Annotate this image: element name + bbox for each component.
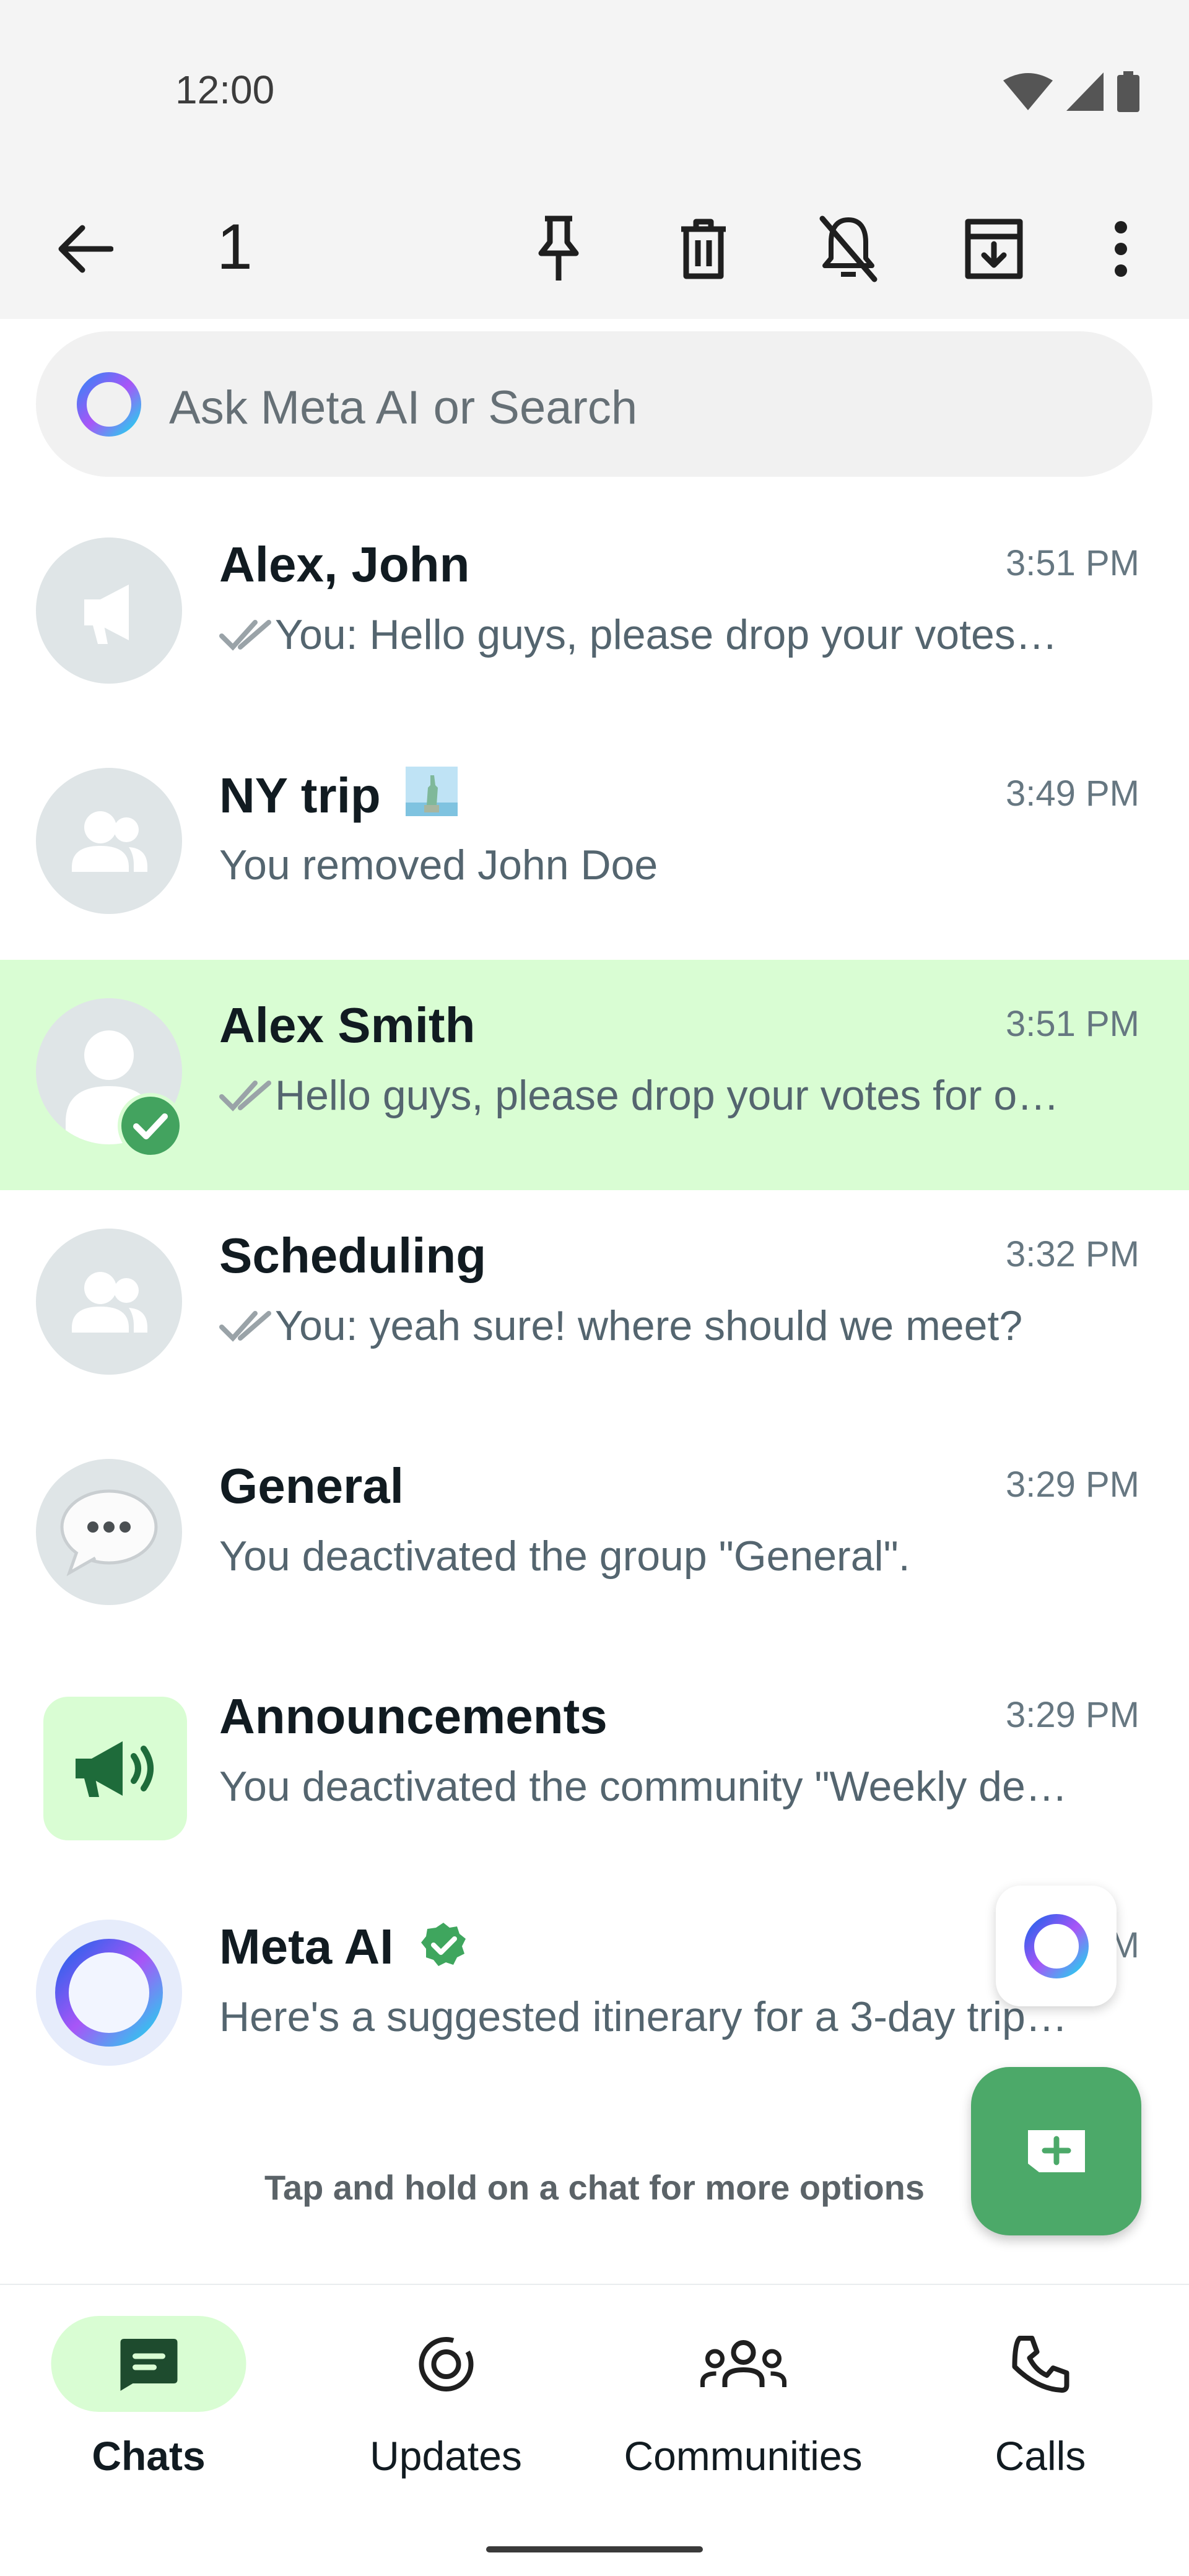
new-chat-icon: [1027, 2130, 1085, 2172]
chats-icon: [120, 2338, 177, 2391]
megaphone-icon: [84, 585, 129, 644]
nav-tab-chats[interactable]: Chats: [0, 2316, 297, 2502]
chat-preview: You: yeah sure! where should we meet?: [219, 1302, 1105, 1350]
avatar: [36, 768, 182, 914]
signal-icon: [1066, 72, 1104, 111]
chat-row-alex-john[interactable]: Alex, John 3:51 PM You: Hello guys, plea…: [0, 499, 1189, 729]
nav-tab-calls[interactable]: Calls: [892, 2316, 1189, 2502]
chat-name: Alex, John: [219, 537, 470, 592]
chat-time: 3:49 PM: [1006, 773, 1139, 814]
double-check-icon: [219, 1311, 271, 1342]
updates-icon: [419, 2336, 473, 2391]
nav-tab-updates[interactable]: Updates: [297, 2316, 594, 2502]
bottom-navigation: Chats Updates Communities Calls: [0, 2285, 1189, 2576]
chat-time: 3:51 PM: [1006, 1004, 1139, 1044]
chat-name: Scheduling: [219, 1228, 487, 1283]
chat-row-announcements[interactable]: Announcements 3:29 PM You deactivated th…: [0, 1651, 1189, 1881]
new-chat-button[interactable]: [971, 2067, 1141, 2235]
chat-row-ny-trip[interactable]: NY trip 3:49 PM You removed John Doe: [0, 729, 1189, 960]
search-bar[interactable]: Ask Meta AI or Search: [36, 331, 1152, 477]
chat-name: Meta AI: [219, 1918, 468, 1975]
double-check-icon: [219, 1081, 271, 1112]
mute-icon[interactable]: [805, 206, 892, 292]
chat-row-general[interactable]: General 3:29 PM You deactivated the grou…: [0, 1421, 1189, 1651]
meta-ai-ring-icon: [1024, 1913, 1089, 1978]
meta-ai-ring-icon: [72, 367, 146, 442]
chat-name: Announcements: [219, 1689, 608, 1744]
nav-label: Chats: [92, 2433, 206, 2479]
nav-label: Updates: [370, 2433, 522, 2479]
nav-tab-communities[interactable]: Communities: [594, 2316, 892, 2502]
selection-action-bar: 1: [0, 180, 1189, 319]
nav-label: Communities: [624, 2433, 863, 2479]
chat-row-scheduling[interactable]: Scheduling 3:32 PM You: yeah sure! where…: [0, 1190, 1189, 1421]
chat-name: General: [219, 1458, 404, 1513]
archive-icon[interactable]: [951, 206, 1037, 292]
group-icon: [72, 1272, 147, 1333]
status-icons: [1003, 71, 1139, 112]
chat-preview: Here's a suggested itinerary for a 3-day…: [219, 1993, 1068, 2040]
double-check-icon: [219, 620, 271, 651]
search-input[interactable]: Ask Meta AI or Search: [169, 381, 637, 435]
pin-icon[interactable]: [515, 206, 602, 292]
avatar: [36, 1920, 182, 2066]
battery-icon: [1117, 71, 1139, 112]
home-indicator: [486, 2546, 703, 2552]
nav-pill: [943, 2316, 1138, 2412]
phone-icon: [1012, 2335, 1069, 2393]
nav-pill: [646, 2316, 841, 2412]
chat-preview: You deactivated the group "General".: [219, 1533, 910, 1580]
nav-label: Calls: [995, 2433, 1086, 2479]
chat-preview: You removed John Doe: [219, 842, 658, 889]
chat-preview: You deactivated the community "Weekly de…: [219, 1763, 1068, 1810]
chat-time: 3:29 PM: [1006, 1464, 1139, 1505]
back-arrow-icon[interactable]: [42, 206, 129, 292]
nav-pill: [51, 2316, 246, 2412]
status-time: 12:00: [175, 67, 275, 112]
meta-ai-fab[interactable]: [996, 1886, 1117, 2006]
chat-time: 3:29 PM: [1006, 1695, 1139, 1735]
statue-of-liberty-emoji-icon: [406, 767, 458, 816]
selected-count: 1: [217, 211, 253, 283]
avatar: [36, 1459, 182, 1605]
verified-badge-icon: [420, 1923, 466, 1966]
chat-row-alex-smith[interactable]: Alex Smith 3:51 PM Hello guys, please dr…: [0, 960, 1189, 1190]
wifi-icon: [1003, 73, 1053, 110]
nav-pill: [349, 2316, 544, 2412]
more-vert-icon[interactable]: [1078, 206, 1164, 292]
status-bar: 12:00: [0, 0, 1189, 180]
avatar: [36, 537, 182, 684]
chat-time: 3:32 PM: [1006, 1234, 1139, 1274]
megaphone-icon: [76, 1741, 154, 1797]
announcements-avatar: [43, 1697, 187, 1840]
selected-check-icon: [118, 1093, 183, 1159]
chat-preview: You: Hello guys, please drop your votes…: [219, 611, 1105, 659]
delete-icon[interactable]: [660, 206, 747, 292]
group-icon: [72, 811, 147, 872]
chat-name: NY trip: [219, 767, 458, 824]
chat-time: 3:51 PM: [1006, 543, 1139, 583]
chat-name: Alex Smith: [219, 998, 476, 1053]
speech-bubble-icon: [60, 1489, 158, 1577]
avatar: [36, 1229, 182, 1375]
chat-preview: Hello guys, please drop your votes for o…: [219, 1071, 1105, 1120]
communities-icon: [700, 2339, 786, 2387]
meta-ai-ring-icon: [55, 1939, 163, 2047]
